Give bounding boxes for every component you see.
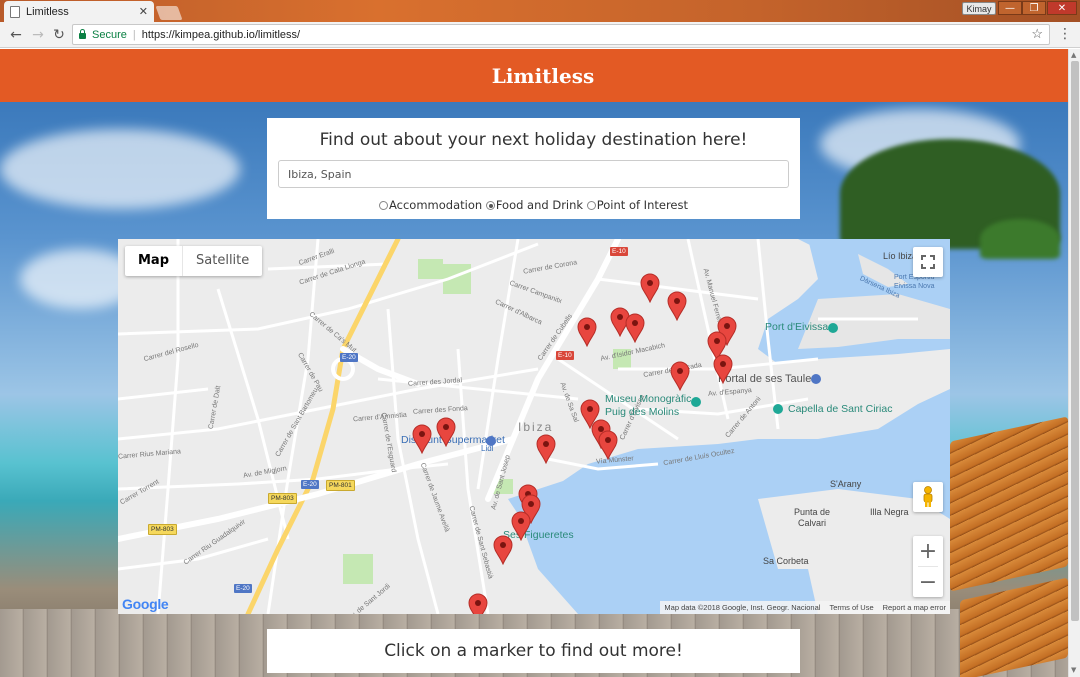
- place-label: S'Arany: [830, 479, 862, 489]
- road-shield: E-20: [301, 480, 319, 489]
- browser-tab[interactable]: Limitless ✕: [4, 1, 154, 22]
- page-scrollbar[interactable]: ▲ ▼: [1068, 49, 1080, 677]
- site-header: Limitless: [0, 49, 1068, 102]
- page-background: Limitless Find out about your next holid…: [0, 49, 1068, 677]
- place-label: Illa Negra: [870, 507, 909, 517]
- scrollbar-thumb[interactable]: [1071, 61, 1079, 621]
- food-drink-marker[interactable]: [412, 424, 432, 454]
- forward-icon[interactable]: →: [29, 26, 47, 44]
- road-shield: PM-801: [326, 480, 355, 491]
- background-cloud: [0, 129, 240, 209]
- place-label: Calvari: [798, 518, 827, 528]
- radio-accommodation[interactable]: [379, 201, 388, 210]
- food-drink-marker[interactable]: [713, 354, 733, 384]
- title-bar: Limitless ✕ Kimay — ❐ ✕: [0, 0, 1080, 22]
- poi-icon: [773, 404, 783, 414]
- place-label: Punta de: [794, 507, 831, 517]
- reload-icon[interactable]: ↻: [50, 26, 68, 44]
- user-profile-badge[interactable]: Kimay: [962, 2, 996, 15]
- food-drink-marker[interactable]: [511, 511, 531, 541]
- zoom-out-button[interactable]: −: [913, 567, 943, 597]
- zoom-in-button[interactable]: +: [913, 536, 943, 566]
- radio-label-accommodation[interactable]: Accommodation: [389, 198, 482, 212]
- new-tab-button[interactable]: [155, 6, 183, 20]
- address-bar[interactable]: Secure | https://kimpea.github.io/limitl…: [72, 24, 1050, 45]
- food-drink-marker[interactable]: [468, 593, 488, 614]
- terms-of-use-link[interactable]: Terms of Use: [829, 603, 873, 612]
- close-window-button[interactable]: ✕: [1047, 1, 1077, 15]
- food-drink-marker[interactable]: [670, 361, 690, 391]
- road-shield: PM-803: [268, 493, 297, 504]
- road-shield: E-10: [556, 351, 574, 360]
- poi-label: Capella de Sant Ciriac: [788, 403, 893, 415]
- search-heading: Find out about your next holiday destina…: [319, 130, 748, 150]
- place-label: Sa Corbeta: [763, 556, 809, 566]
- google-map[interactable]: Carrer de Corona Carrer Eralli Carrer de…: [118, 239, 950, 614]
- place-label: Eivissa Nova: [894, 283, 935, 290]
- radio-point-of-interest[interactable]: [586, 201, 596, 210]
- road-shield: E-10: [610, 247, 628, 256]
- fullscreen-icon[interactable]: [913, 247, 943, 277]
- radio-label-food-and-drink[interactable]: Food and Drink: [496, 198, 583, 212]
- search-panel: Find out about your next holiday destina…: [267, 118, 800, 219]
- poi-label: Museu Monogràfic: [605, 393, 692, 405]
- tab-title: Limitless: [26, 5, 69, 18]
- omnibox-separator: |: [132, 28, 136, 41]
- restore-button[interactable]: ❐: [1022, 1, 1046, 15]
- poi-icon: [811, 374, 821, 384]
- background-lounger: [950, 416, 1068, 592]
- zoom-control: + −: [913, 536, 943, 597]
- food-drink-marker[interactable]: [536, 434, 556, 464]
- street-view-pegman-icon[interactable]: [913, 482, 943, 512]
- food-drink-marker[interactable]: [436, 417, 456, 447]
- food-drink-marker[interactable]: [640, 273, 660, 303]
- radio-label-point-of-interest[interactable]: Point of Interest: [597, 198, 688, 212]
- food-drink-marker[interactable]: [493, 535, 513, 565]
- poi-label: Port d'Eivissa: [765, 321, 829, 333]
- page-icon: [10, 5, 20, 18]
- radio-food-and-drink[interactable]: [485, 201, 495, 210]
- destination-search-input[interactable]: [278, 160, 789, 188]
- map-type-satellite-button[interactable]: Satellite: [182, 246, 262, 276]
- google-logo[interactable]: Google: [122, 596, 169, 612]
- food-drink-marker[interactable]: [625, 313, 645, 343]
- back-icon[interactable]: ←: [7, 26, 25, 44]
- scroll-down-arrow-icon[interactable]: ▼: [1071, 666, 1076, 674]
- secure-label: Secure: [92, 28, 127, 41]
- url-text: https://kimpea.github.io/limitless/: [141, 28, 301, 41]
- road-shield: E-20: [340, 353, 358, 362]
- map-attribution: Map data ©2018 Google, Inst. Geogr. Naci…: [660, 601, 950, 614]
- browser-menu-icon[interactable]: ⋮: [1058, 26, 1072, 42]
- place-label: Lío Ibiza: [883, 251, 918, 261]
- map-type-control: Map Satellite: [125, 246, 263, 276]
- road-shield: PM-803: [148, 524, 177, 535]
- poi-label: Puig des Molins: [605, 406, 680, 418]
- scroll-up-arrow-icon[interactable]: ▲: [1071, 51, 1076, 59]
- site-title: Limitless: [491, 63, 595, 88]
- city-label: Ibiza: [518, 420, 554, 434]
- bookmark-star-icon[interactable]: ☆: [1031, 26, 1043, 42]
- background-palm: [980, 219, 1060, 259]
- category-radio-group: Accommodation Food and Drink Point of In…: [267, 198, 800, 212]
- food-drink-marker[interactable]: [667, 291, 687, 321]
- poi-icon: [828, 323, 838, 333]
- shop-icon: [486, 436, 496, 446]
- lock-icon: [79, 29, 86, 39]
- map-type-map-button[interactable]: Map: [125, 246, 182, 276]
- minimize-button[interactable]: —: [998, 1, 1022, 15]
- food-drink-marker[interactable]: [598, 430, 618, 460]
- info-panel: Click on a marker to find out more!: [267, 629, 800, 673]
- browser-toolbar: ← → ↻ Secure | https://kimpea.github.io/…: [0, 22, 1080, 48]
- map-data-credit: Map data ©2018 Google, Inst. Geogr. Naci…: [664, 603, 821, 612]
- food-drink-marker[interactable]: [577, 317, 597, 347]
- road-shield: E-20: [234, 584, 252, 593]
- report-map-error-link[interactable]: Report a map error: [883, 603, 946, 612]
- poi-icon: [691, 397, 701, 407]
- info-prompt: Click on a marker to find out more!: [384, 641, 683, 661]
- close-tab-icon[interactable]: ✕: [139, 5, 148, 18]
